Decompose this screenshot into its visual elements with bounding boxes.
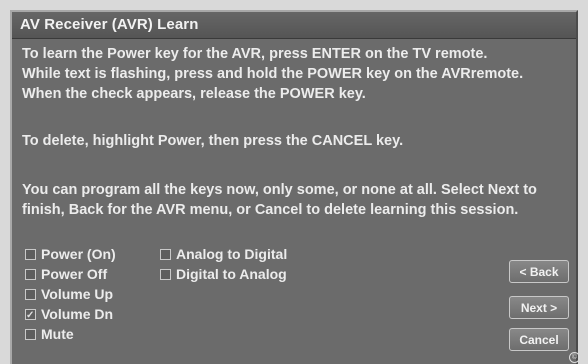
back-button[interactable]: < Back <box>509 260 569 283</box>
checkbox-icon[interactable] <box>160 268 171 280</box>
key-item-mute[interactable]: Mute <box>25 324 116 344</box>
copyright-icon: © <box>569 352 580 363</box>
checkbox-icon[interactable] <box>25 248 36 260</box>
learn-dialog: AV Receiver (AVR) Learn To learn the Pow… <box>10 10 580 364</box>
dialog-title: AV Receiver (AVR) Learn <box>20 16 199 33</box>
key-item-power-on[interactable]: Power (On) <box>25 244 116 264</box>
checkbox-icon[interactable] <box>160 248 171 260</box>
delete-instructions: To delete, highlight Power, then press t… <box>22 131 403 151</box>
key-label: Digital to Analog <box>176 266 287 282</box>
checkbox-icon[interactable] <box>25 328 36 340</box>
key-label: Volume Up <box>41 286 114 302</box>
key-item-volume-dn[interactable]: Volume Dn <box>25 304 116 326</box>
key-item-volume-up[interactable]: Volume Up <box>25 284 116 304</box>
key-label: Volume Dn <box>41 306 114 322</box>
checkbox-icon[interactable] <box>25 268 36 280</box>
key-list-column-1: Power (On) Power Off Volume Up Volume Dn… <box>25 244 116 344</box>
checkbox-checked-icon[interactable] <box>25 306 36 326</box>
program-instructions: You can program all the keys now, only s… <box>22 180 537 220</box>
learn-instructions: To learn the Power key for the AVR, pres… <box>22 44 523 104</box>
program-line-2: finish, Back for the AVR menu, or Cancel… <box>22 202 519 218</box>
program-line-1: You can program all the keys now, only s… <box>22 182 537 198</box>
key-item-power-off[interactable]: Power Off <box>25 264 116 284</box>
key-list-column-2: Analog to Digital Digital to Analog <box>160 244 287 284</box>
next-button[interactable]: Next > <box>509 296 569 319</box>
cancel-button[interactable]: Cancel <box>509 328 569 351</box>
key-label: Power Off <box>41 266 108 282</box>
key-label: Analog to Digital <box>176 246 288 262</box>
checkbox-icon[interactable] <box>25 288 36 300</box>
instruction-line-2: While text is flashing, press and hold t… <box>22 66 524 82</box>
key-label: Mute <box>41 326 74 342</box>
key-item-digital-to-analog[interactable]: Digital to Analog <box>160 264 287 284</box>
key-label: Power (On) <box>41 246 116 262</box>
key-item-analog-to-digital[interactable]: Analog to Digital <box>160 244 287 264</box>
delete-line: To delete, highlight Power, then press t… <box>22 133 404 149</box>
instruction-line-3: When the check appears, release the POWE… <box>22 86 366 102</box>
instruction-line-1: To learn the Power key for the AVR, pres… <box>22 46 488 62</box>
title-bar: AV Receiver (AVR) Learn <box>12 12 576 39</box>
